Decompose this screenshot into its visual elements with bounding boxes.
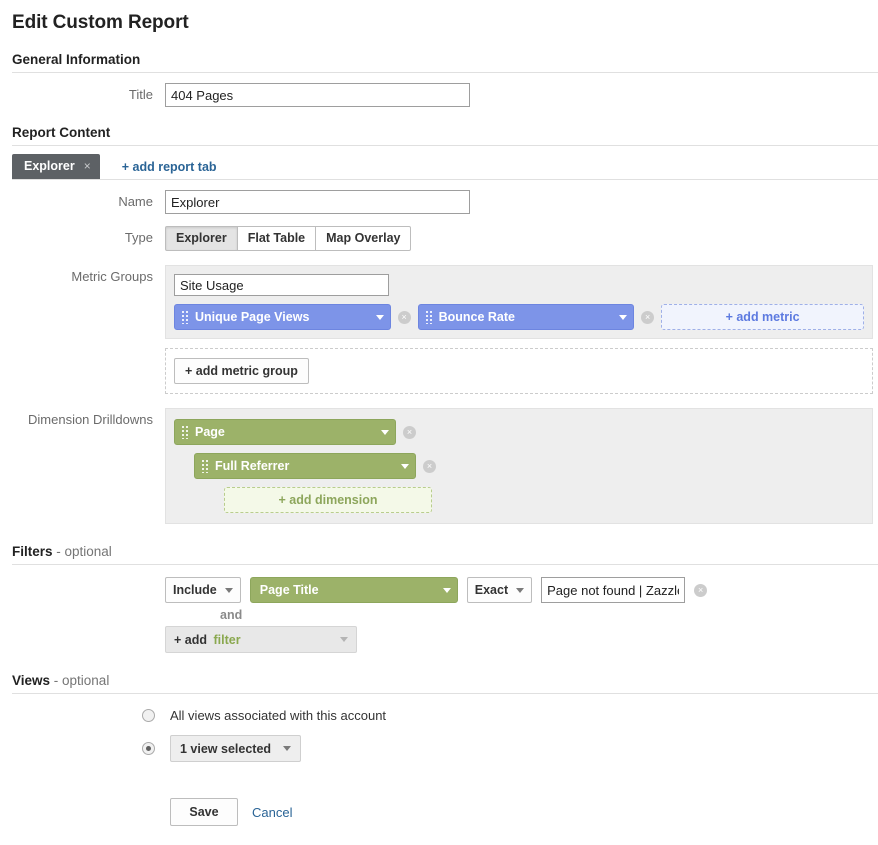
filter-dimension-select[interactable]: Page Title [249,577,458,603]
dimension-pill-full-referrer[interactable]: Full Referrer [194,453,416,479]
section-header-filters-label: Filters [12,544,53,559]
views-option-selected[interactable]: 1 view selected [0,735,878,762]
tab-type-flat-table[interactable]: Flat Table [237,226,317,251]
filter-and-label: and [220,608,243,622]
section-header-views: Views - optional [12,673,878,694]
filter-value-input[interactable] [541,577,686,603]
views-option-all[interactable]: All views associated with this account [0,708,878,723]
filter-match-type-value: Exact [474,583,509,597]
section-header-report-content-label: Report Content [12,125,111,140]
tab-type-map-overlay[interactable]: Map Overlay [316,226,412,251]
radio-selected-views[interactable] [142,742,155,755]
chevron-down-icon [283,746,292,751]
chevron-down-icon[interactable] [370,312,390,322]
type-row: Type Explorer Flat Table Map Overlay [0,226,878,251]
section-header-general-information: General Information [12,52,878,73]
view-selector-value: 1 view selected [180,741,272,756]
section-header-general-information-label: General Information [12,52,141,67]
add-metric-group-panel: + add metric group [165,348,873,394]
dimension-row: Page × [174,419,864,445]
view-selector-dropdown[interactable]: 1 view selected [170,735,302,762]
edit-custom-report-page: Edit Custom Report General Information T… [0,0,878,826]
section-header-filters-optional: - optional [52,544,112,559]
tab-name-label: Name [118,194,153,209]
add-filter-label: + add filter [174,632,241,647]
report-tab-strip: Explorer × + add report tab [12,154,878,179]
filter-dimension-label: Page Title [259,583,319,597]
chevron-down-icon [340,637,348,642]
title-label: Title [128,87,153,102]
add-report-tab-link[interactable]: + add report tab [122,160,217,174]
report-tab-explorer[interactable]: Explorer × [12,154,100,179]
section-header-filters: Filters - optional [12,544,878,565]
metric-groups-row: Metric Groups Unique Page Views × Bounce… [0,265,878,394]
dimension-drilldowns-label: Dimension Drilldowns [28,412,153,427]
filter-row: Include Page Title Exact × [165,577,878,603]
divider [12,179,878,180]
remove-metric-icon[interactable]: × [641,310,655,324]
metric-pill-label: Bounce Rate [438,310,515,324]
chevron-down-icon[interactable] [613,312,633,322]
tab-type-explorer[interactable]: Explorer [165,226,238,251]
filter-include-exclude-select[interactable]: Include [165,577,241,603]
metric-pill-label: Unique Page Views [195,310,310,324]
metric-pill-unique-page-views[interactable]: Unique Page Views [174,304,391,330]
chevron-down-icon [516,587,525,593]
chevron-down-icon[interactable] [375,427,395,437]
chevron-down-icon[interactable] [437,585,457,595]
section-header-report-content: Report Content [12,125,878,146]
add-dimension-row: + add dimension [224,487,864,513]
save-button[interactable]: Save [170,798,238,826]
filter-include-exclude-value: Include [173,583,217,597]
section-header-views-optional: - optional [50,673,110,688]
dimension-drilldowns-panel: Page × Full Referrer × + add dimension [165,408,873,524]
close-icon[interactable]: × [84,159,91,173]
drag-handle-icon[interactable] [424,310,433,324]
metric-groups-label: Metric Groups [71,269,153,284]
metric-group-panel: Unique Page Views × Bounce Rate × + add … [165,265,873,339]
drag-handle-icon[interactable] [181,425,189,439]
dimension-pill-label: Full Referrer [215,459,290,473]
drag-handle-icon[interactable] [181,310,189,324]
filter-row-container: Include Page Title Exact × and + add fil… [0,577,878,653]
add-metric-button[interactable]: + add metric [661,304,864,330]
form-actions: Save Cancel [0,798,878,826]
dimension-drilldowns-row: Dimension Drilldowns Page × Full Referre… [0,408,878,524]
report-type-segmented-control: Explorer Flat Table Map Overlay [165,226,412,251]
metric-pill-bounce-rate[interactable]: Bounce Rate [417,304,635,330]
report-title-input[interactable] [165,83,470,107]
remove-dimension-icon[interactable]: × [403,425,416,439]
title-row: Title [0,83,878,107]
chevron-down-icon [224,587,233,593]
metric-pill-row: Unique Page Views × Bounce Rate × + add … [174,304,864,330]
type-label: Type [124,230,153,245]
radio-all-views-label: All views associated with this account [170,708,387,723]
remove-metric-icon[interactable]: × [397,310,411,324]
filter-match-type-select[interactable]: Exact [466,577,533,603]
cancel-link[interactable]: Cancel [252,805,292,820]
tab-name-input[interactable] [165,190,470,214]
chevron-down-icon[interactable] [395,461,415,471]
add-dimension-button[interactable]: + add dimension [224,487,432,513]
radio-all-views[interactable] [142,709,155,722]
remove-filter-icon[interactable]: × [694,583,708,597]
dimension-pill-page[interactable]: Page [174,419,396,445]
add-filter-button[interactable]: + add filter [165,626,357,653]
metric-group-name-input[interactable] [174,274,389,296]
dimension-row: Full Referrer × [194,453,864,479]
page-title: Edit Custom Report [12,12,189,33]
remove-dimension-icon[interactable]: × [423,459,436,473]
add-filter-word: filter [213,632,241,647]
section-header-views-label: Views [12,673,51,688]
dimension-pill-label: Page [195,425,225,439]
add-metric-group-button[interactable]: + add metric group [174,358,309,384]
drag-handle-icon[interactable] [201,459,209,473]
tab-name-row: Name [0,190,878,214]
report-tab-explorer-label: Explorer [24,159,75,173]
